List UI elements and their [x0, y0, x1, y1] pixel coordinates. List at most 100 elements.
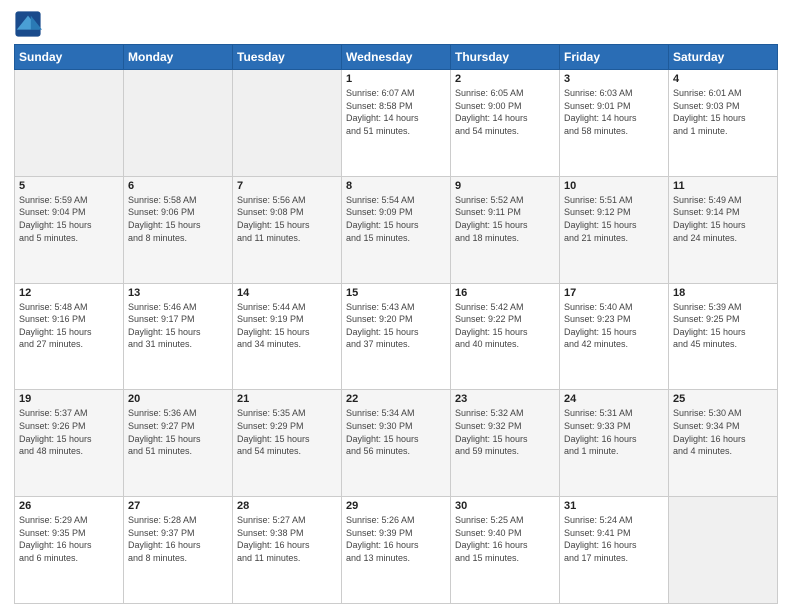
day-cell: 10 Sunrise: 5:51 AM Sunset: 9:12 PM Dayli…	[560, 176, 669, 283]
week-row-1: 1 Sunrise: 6:07 AM Sunset: 8:58 PM Daylig…	[15, 70, 778, 177]
day-number: 11	[673, 180, 773, 192]
day-cell: 12 Sunrise: 5:48 AM Sunset: 9:16 PM Dayli…	[15, 283, 124, 390]
day-info: Sunrise: 5:48 AM Sunset: 9:16 PM Dayligh…	[19, 301, 119, 351]
day-cell: 11 Sunrise: 5:49 AM Sunset: 9:14 PM Dayli…	[669, 176, 778, 283]
day-number: 17	[564, 287, 664, 299]
week-row-4: 19Sunrise: 5:37 AM Sunset: 9:26 PM Dayli…	[15, 390, 778, 497]
day-cell: 3 Sunrise: 6:03 AM Sunset: 9:01 PM Daylig…	[560, 70, 669, 177]
day-info: Sunrise: 5:58 AM Sunset: 9:06 PM Dayligh…	[128, 194, 228, 244]
day-cell: 28 Sunrise: 5:27 AM Sunset: 9:38 PM Dayli…	[233, 497, 342, 604]
day-info: Sunrise: 5:54 AM Sunset: 9:09 PM Dayligh…	[346, 194, 446, 244]
day-cell: 7Sunrise: 5:56 AM Sunset: 9:08 PM Daylig…	[233, 176, 342, 283]
day-cell	[15, 70, 124, 177]
weekday-header-monday: Monday	[124, 45, 233, 70]
day-info: Sunrise: 5:32 AM Sunset: 9:32 PM Dayligh…	[455, 407, 555, 457]
day-info: Sunrise: 5:24 AM Sunset: 9:41 PM Dayligh…	[564, 514, 664, 564]
day-cell: 16Sunrise: 5:42 AM Sunset: 9:22 PM Dayli…	[451, 283, 560, 390]
day-info: Sunrise: 5:29 AM Sunset: 9:35 PM Dayligh…	[19, 514, 119, 564]
day-info: Sunrise: 5:34 AM Sunset: 9:30 PM Dayligh…	[346, 407, 446, 457]
day-cell	[233, 70, 342, 177]
day-info: Sunrise: 5:30 AM Sunset: 9:34 PM Dayligh…	[673, 407, 773, 457]
day-cell: 25 Sunrise: 5:30 AM Sunset: 9:34 PM Dayli…	[669, 390, 778, 497]
day-info: Sunrise: 5:59 AM Sunset: 9:04 PM Dayligh…	[19, 194, 119, 244]
weekday-row: SundayMondayTuesdayWednesdayThursdayFrid…	[15, 45, 778, 70]
day-number: 1	[346, 73, 446, 85]
day-number: 4	[673, 73, 773, 85]
day-info: Sunrise: 5:37 AM Sunset: 9:26 PM Dayligh…	[19, 407, 119, 457]
logo	[14, 10, 46, 38]
day-number: 21	[237, 393, 337, 405]
day-info: Sunrise: 6:05 AM Sunset: 9:00 PM Dayligh…	[455, 87, 555, 137]
day-number: 5	[19, 180, 119, 192]
day-number: 10	[564, 180, 664, 192]
week-row-5: 26 Sunrise: 5:29 AM Sunset: 9:35 PM Dayli…	[15, 497, 778, 604]
day-info: Sunrise: 5:31 AM Sunset: 9:33 PM Dayligh…	[564, 407, 664, 457]
day-cell: 6 Sunrise: 5:58 AM Sunset: 9:06 PM Daylig…	[124, 176, 233, 283]
day-number: 12	[19, 287, 119, 299]
page: SundayMondayTuesdayWednesdayThursdayFrid…	[0, 0, 792, 612]
week-row-3: 12 Sunrise: 5:48 AM Sunset: 9:16 PM Dayli…	[15, 283, 778, 390]
day-info: Sunrise: 5:25 AM Sunset: 9:40 PM Dayligh…	[455, 514, 555, 564]
day-number: 14	[237, 287, 337, 299]
day-info: Sunrise: 5:28 AM Sunset: 9:37 PM Dayligh…	[128, 514, 228, 564]
day-cell: 24 Sunrise: 5:31 AM Sunset: 9:33 PM Dayli…	[560, 390, 669, 497]
day-number: 15	[346, 287, 446, 299]
day-number: 28	[237, 500, 337, 512]
day-info: Sunrise: 5:51 AM Sunset: 9:12 PM Dayligh…	[564, 194, 664, 244]
weekday-header-tuesday: Tuesday	[233, 45, 342, 70]
day-info: Sunrise: 5:27 AM Sunset: 9:38 PM Dayligh…	[237, 514, 337, 564]
calendar-body: 1 Sunrise: 6:07 AM Sunset: 8:58 PM Daylig…	[15, 70, 778, 604]
day-cell: 8 Sunrise: 5:54 AM Sunset: 9:09 PM Daylig…	[342, 176, 451, 283]
day-cell: 17Sunrise: 5:40 AM Sunset: 9:23 PM Dayli…	[560, 283, 669, 390]
day-cell: 1 Sunrise: 6:07 AM Sunset: 8:58 PM Daylig…	[342, 70, 451, 177]
day-info: Sunrise: 6:01 AM Sunset: 9:03 PM Dayligh…	[673, 87, 773, 137]
day-info: Sunrise: 5:26 AM Sunset: 9:39 PM Dayligh…	[346, 514, 446, 564]
day-info: Sunrise: 5:43 AM Sunset: 9:20 PM Dayligh…	[346, 301, 446, 351]
day-cell: 29 Sunrise: 5:26 AM Sunset: 9:39 PM Dayli…	[342, 497, 451, 604]
weekday-header-wednesday: Wednesday	[342, 45, 451, 70]
day-cell: 21 Sunrise: 5:35 AM Sunset: 9:29 PM Dayli…	[233, 390, 342, 497]
day-cell: 18Sunrise: 5:39 AM Sunset: 9:25 PM Dayli…	[669, 283, 778, 390]
day-number: 8	[346, 180, 446, 192]
day-cell: 2 Sunrise: 6:05 AM Sunset: 9:00 PM Daylig…	[451, 70, 560, 177]
day-number: 26	[19, 500, 119, 512]
day-cell: 30 Sunrise: 5:25 AM Sunset: 9:40 PM Dayli…	[451, 497, 560, 604]
day-cell: 31 Sunrise: 5:24 AM Sunset: 9:41 PM Dayli…	[560, 497, 669, 604]
day-info: Sunrise: 6:07 AM Sunset: 8:58 PM Dayligh…	[346, 87, 446, 137]
weekday-header-sunday: Sunday	[15, 45, 124, 70]
day-cell: 19Sunrise: 5:37 AM Sunset: 9:26 PM Dayli…	[15, 390, 124, 497]
day-number: 20	[128, 393, 228, 405]
day-cell: 13 Sunrise: 5:46 AM Sunset: 9:17 PM Dayli…	[124, 283, 233, 390]
weekday-header-thursday: Thursday	[451, 45, 560, 70]
day-number: 2	[455, 73, 555, 85]
header	[14, 10, 778, 38]
day-cell: 26 Sunrise: 5:29 AM Sunset: 9:35 PM Dayli…	[15, 497, 124, 604]
day-info: Sunrise: 6:03 AM Sunset: 9:01 PM Dayligh…	[564, 87, 664, 137]
day-info: Sunrise: 5:56 AM Sunset: 9:08 PM Dayligh…	[237, 194, 337, 244]
day-cell: 14 Sunrise: 5:44 AM Sunset: 9:19 PM Dayli…	[233, 283, 342, 390]
day-info: Sunrise: 5:44 AM Sunset: 9:19 PM Dayligh…	[237, 301, 337, 351]
day-cell: 5 Sunrise: 5:59 AM Sunset: 9:04 PM Daylig…	[15, 176, 124, 283]
day-cell: 23Sunrise: 5:32 AM Sunset: 9:32 PM Dayli…	[451, 390, 560, 497]
day-number: 6	[128, 180, 228, 192]
day-number: 3	[564, 73, 664, 85]
day-cell: 4 Sunrise: 6:01 AM Sunset: 9:03 PM Daylig…	[669, 70, 778, 177]
week-row-2: 5 Sunrise: 5:59 AM Sunset: 9:04 PM Daylig…	[15, 176, 778, 283]
day-number: 29	[346, 500, 446, 512]
day-number: 9	[455, 180, 555, 192]
day-info: Sunrise: 5:49 AM Sunset: 9:14 PM Dayligh…	[673, 194, 773, 244]
day-info: Sunrise: 5:36 AM Sunset: 9:27 PM Dayligh…	[128, 407, 228, 457]
day-cell: 15 Sunrise: 5:43 AM Sunset: 9:20 PM Dayli…	[342, 283, 451, 390]
day-cell	[669, 497, 778, 604]
day-number: 30	[455, 500, 555, 512]
day-cell	[124, 70, 233, 177]
day-number: 13	[128, 287, 228, 299]
day-number: 24	[564, 393, 664, 405]
day-number: 25	[673, 393, 773, 405]
day-info: Sunrise: 5:35 AM Sunset: 9:29 PM Dayligh…	[237, 407, 337, 457]
day-cell: 20 Sunrise: 5:36 AM Sunset: 9:27 PM Dayli…	[124, 390, 233, 497]
day-number: 31	[564, 500, 664, 512]
day-info: Sunrise: 5:46 AM Sunset: 9:17 PM Dayligh…	[128, 301, 228, 351]
logo-icon	[14, 10, 42, 38]
day-cell: 22Sunrise: 5:34 AM Sunset: 9:30 PM Dayli…	[342, 390, 451, 497]
